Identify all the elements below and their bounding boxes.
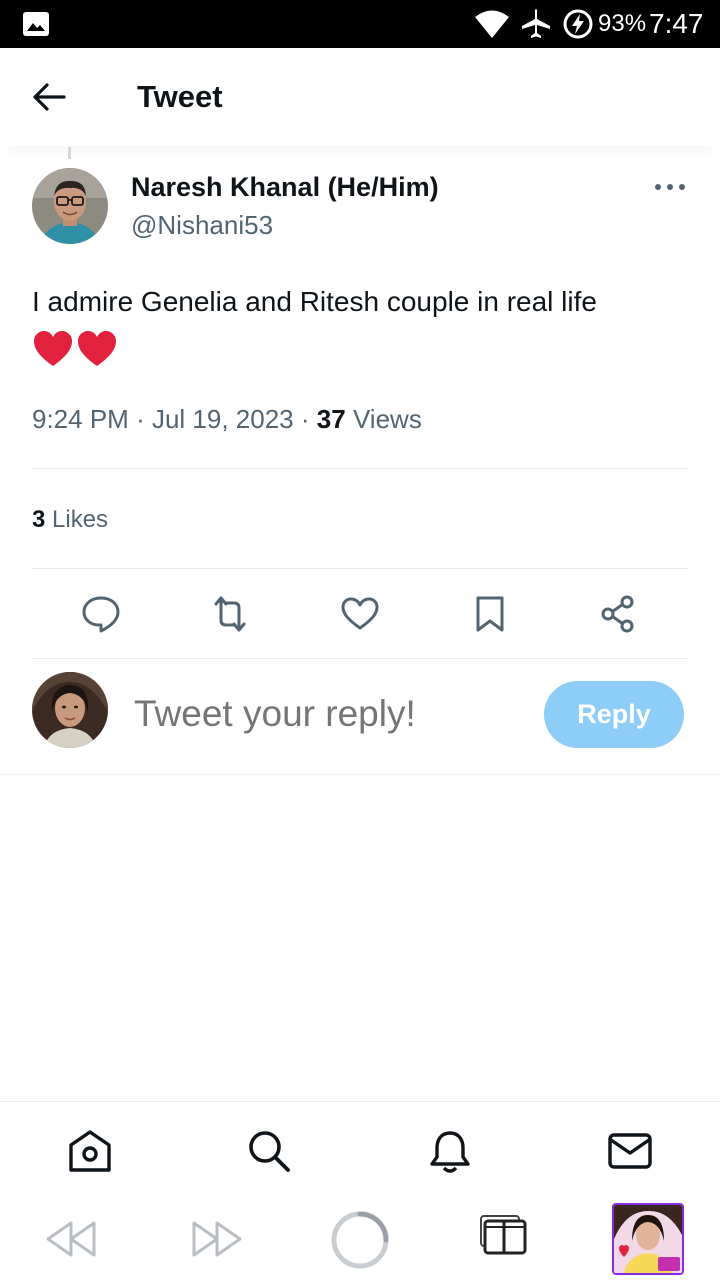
- author-handle[interactable]: @Nishani53: [131, 210, 273, 240]
- divider: [32, 658, 688, 659]
- views-label: Views: [352, 404, 422, 434]
- tabs-icon[interactable]: [478, 1214, 528, 1256]
- tweet-text: I admire Genelia and Ritesh couple in re…: [32, 286, 597, 317]
- status-bar: 93% 7:47: [0, 0, 720, 48]
- meta-separator: ·: [136, 404, 145, 434]
- likes-link[interactable]: 3 Likes: [32, 505, 108, 535]
- likes-label: Likes: [52, 506, 109, 533]
- comment-icon[interactable]: [81, 594, 121, 634]
- user-avatar[interactable]: [32, 672, 108, 748]
- share-icon[interactable]: [598, 594, 638, 634]
- battery-charging-icon: [563, 9, 593, 39]
- airplane-mode-icon: [522, 9, 550, 38]
- app-header: Tweet: [0, 48, 720, 146]
- heart-emoji: [33, 330, 119, 368]
- rewind-icon[interactable]: [44, 1219, 98, 1259]
- wifi-icon: [475, 10, 509, 38]
- loading-icon[interactable]: [330, 1210, 390, 1270]
- divider: [0, 774, 720, 775]
- author-avatar[interactable]: [32, 168, 108, 244]
- page-title: Tweet: [137, 79, 223, 114]
- notifications-icon[interactable]: [427, 1128, 473, 1174]
- tweet-date: Jul 19, 2023: [151, 404, 294, 434]
- tweet-meta: 9:24 PM · Jul 19, 2023 · 37 Views: [32, 402, 422, 436]
- messages-icon[interactable]: [607, 1128, 653, 1174]
- meta-separator: ·: [300, 404, 310, 434]
- home-icon[interactable]: [67, 1128, 113, 1174]
- status-clock: 7:47: [649, 8, 704, 39]
- profile-thumbnail[interactable]: [612, 1203, 684, 1275]
- bookmark-icon[interactable]: [470, 594, 510, 634]
- retweet-icon[interactable]: [210, 594, 250, 634]
- reply-input[interactable]: [134, 690, 524, 738]
- likes-count: 3: [32, 506, 46, 533]
- author-name[interactable]: Naresh Khanal (He/Him): [131, 171, 439, 203]
- divider: [32, 568, 688, 569]
- fast-forward-icon[interactable]: [190, 1219, 244, 1259]
- reply-button[interactable]: Reply: [544, 681, 684, 748]
- battery-percent: 93%: [598, 10, 647, 37]
- tweet-time: 9:24 PM: [32, 404, 129, 434]
- more-options-icon[interactable]: [652, 176, 688, 198]
- image-icon: [23, 12, 49, 36]
- views-count: 37: [316, 404, 346, 434]
- search-icon[interactable]: [246, 1128, 292, 1174]
- like-icon[interactable]: [340, 594, 380, 634]
- divider: [32, 468, 688, 469]
- arrow-left-icon[interactable]: [30, 80, 68, 114]
- thread-line: [68, 147, 71, 159]
